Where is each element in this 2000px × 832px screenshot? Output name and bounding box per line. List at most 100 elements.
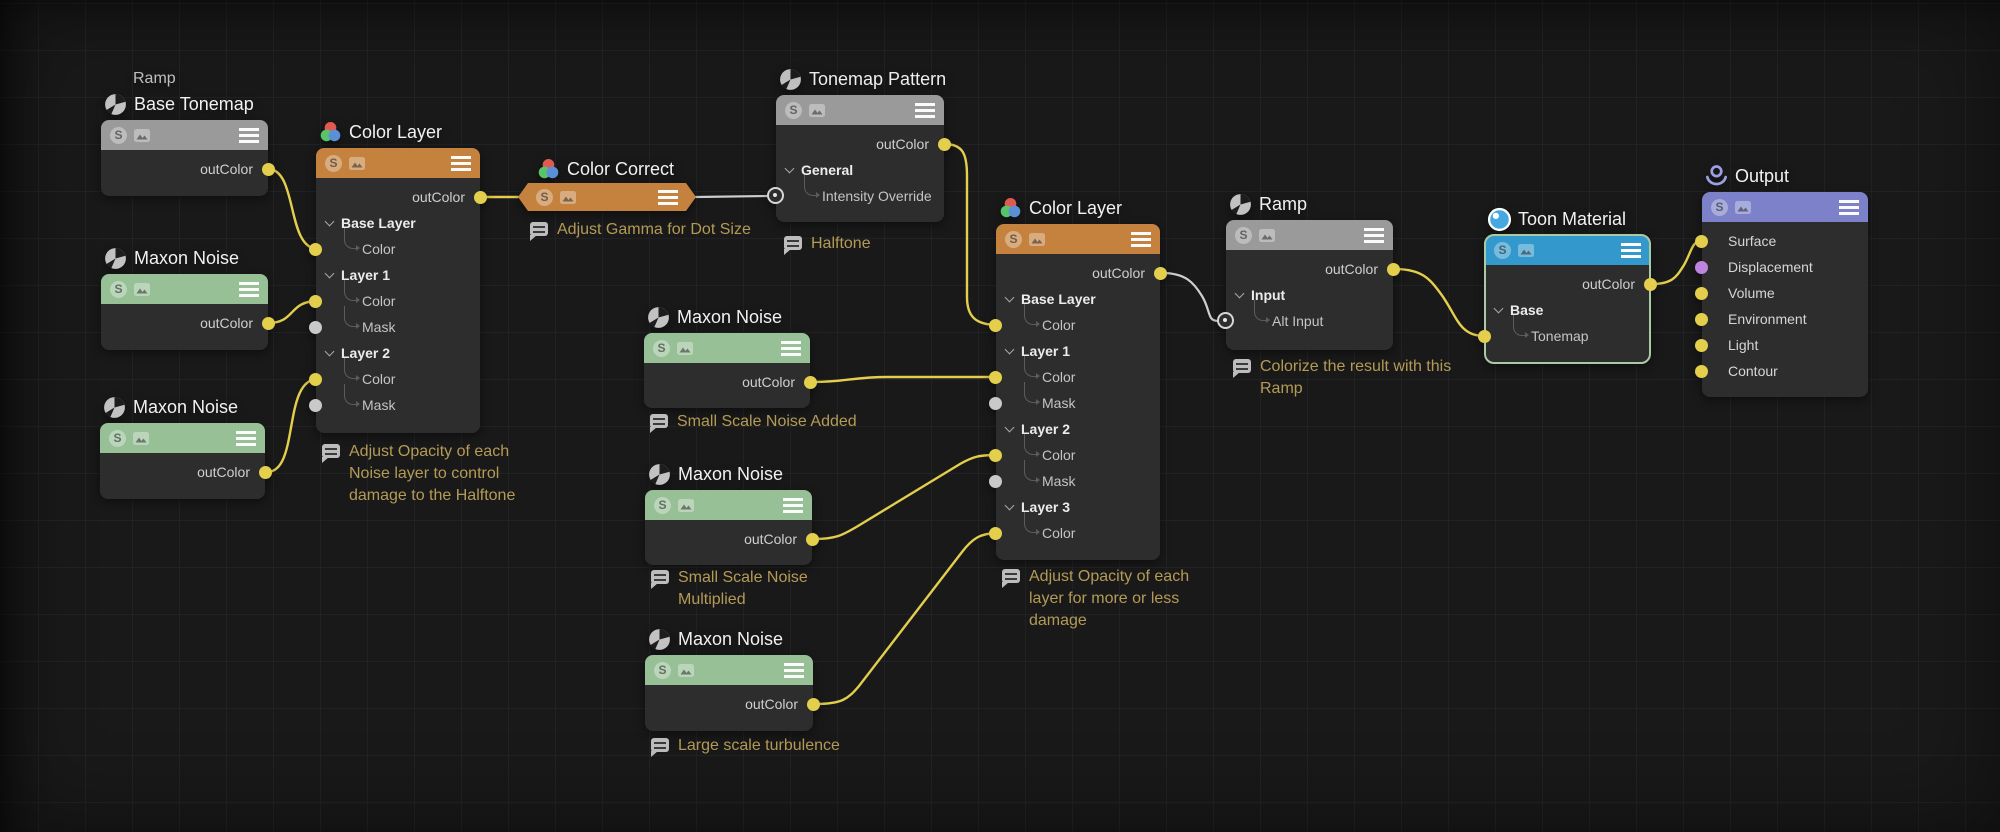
preview-icon[interactable] <box>1259 229 1275 242</box>
solo-icon[interactable]: S <box>654 661 671 679</box>
node-maxon-noise-5[interactable]: Maxon Noise S outColor <box>645 629 820 731</box>
input-port[interactable] <box>1695 312 1708 326</box>
menu-icon[interactable] <box>451 155 471 171</box>
comment[interactable]: Adjust Gamma for Dot Size <box>530 219 751 241</box>
chevron-down-icon[interactable] <box>1234 288 1245 299</box>
node-header[interactable]: S <box>101 120 268 150</box>
node-maxon-noise-4[interactable]: Maxon Noise S outColor <box>645 464 819 565</box>
wire-noise3-to-colorlayer2[interactable] <box>811 375 1000 384</box>
menu-icon[interactable] <box>783 497 803 513</box>
node-header[interactable]: S <box>100 423 265 453</box>
chevron-down-icon[interactable] <box>784 163 795 174</box>
comment[interactable]: Large scale turbulence <box>651 735 840 757</box>
menu-icon[interactable] <box>1839 199 1859 215</box>
comment[interactable]: Adjust Opacity of each Noise layer to co… <box>322 441 515 507</box>
input-port[interactable] <box>989 318 1002 332</box>
node-color-layer-1[interactable]: Color Layer S outColor Base Layer Color … <box>309 148 487 433</box>
preview-icon[interactable] <box>677 342 693 355</box>
menu-icon[interactable] <box>784 662 804 678</box>
solo-icon[interactable]: S <box>1494 241 1511 259</box>
node-header[interactable]: S <box>1702 192 1868 222</box>
node-header[interactable]: S <box>1226 220 1393 250</box>
comment[interactable]: Halftone <box>784 233 871 255</box>
comment[interactable]: Adjust Opacity of each layer for more or… <box>1002 566 1189 632</box>
node-maxon-noise-3[interactable]: Maxon Noise S outColor <box>644 307 817 408</box>
node-output[interactable]: Output S Surface Displacement Volume Env… <box>1695 192 1868 397</box>
group-row[interactable]: Base Layer <box>316 210 480 236</box>
node-header[interactable]: S <box>996 224 1160 254</box>
node-header[interactable]: S <box>316 148 480 178</box>
chevron-down-icon[interactable] <box>1004 292 1015 303</box>
input-port[interactable] <box>309 294 322 308</box>
wire-colorcorrect-to-tonemappattern[interactable] <box>694 194 770 199</box>
node-toon-material[interactable]: Toon Material S outColor Base Tonemap <box>1478 235 1657 364</box>
outcolor-port[interactable] <box>259 465 272 479</box>
input-port[interactable] <box>989 448 1002 462</box>
input-port[interactable] <box>1695 286 1708 300</box>
node-color-layer-2[interactable]: Color Layer S outColor Base Layer Color … <box>989 224 1167 560</box>
node-header[interactable]: S <box>776 95 944 125</box>
node-tonemap-pattern[interactable]: Tonemap Pattern S outColor General Inten… <box>767 69 951 222</box>
comment[interactable]: Small Scale Noise Multiplied <box>651 567 808 611</box>
outcolor-port[interactable] <box>807 697 820 711</box>
menu-icon[interactable] <box>1621 242 1641 258</box>
node-maxon-noise-2[interactable]: Maxon Noise S outColor <box>100 397 272 499</box>
group-row[interactable]: Layer 1 <box>996 338 1160 364</box>
wire-basetonemap-to-colorlayer1[interactable] <box>266 167 320 251</box>
menu-icon[interactable] <box>236 430 256 446</box>
menu-icon[interactable] <box>658 190 678 205</box>
preview-icon[interactable] <box>809 104 825 117</box>
solo-icon[interactable]: S <box>1235 226 1252 244</box>
chevron-down-icon[interactable] <box>324 216 335 227</box>
solo-icon[interactable]: S <box>325 154 342 172</box>
wire-tonemappattern-to-colorlayer2[interactable] <box>942 142 1000 327</box>
outcolor-port[interactable] <box>1154 266 1167 280</box>
outcolor-port[interactable] <box>1644 277 1657 291</box>
group-row[interactable]: Layer 1 <box>316 262 480 288</box>
preview-icon[interactable] <box>134 283 150 296</box>
input-port[interactable] <box>309 320 322 334</box>
outcolor-port[interactable] <box>806 532 819 546</box>
input-port[interactable] <box>989 370 1002 384</box>
menu-icon[interactable] <box>915 102 935 118</box>
wire-noise4-to-colorlayer2[interactable] <box>812 453 1000 541</box>
menu-icon[interactable] <box>1364 227 1384 243</box>
input-port[interactable] <box>309 372 322 386</box>
node-ramp[interactable]: Ramp S outColor Input Alt Input <box>1217 194 1400 350</box>
menu-icon[interactable] <box>239 281 259 297</box>
input-port[interactable] <box>1695 364 1708 378</box>
solo-icon[interactable]: S <box>110 126 127 144</box>
chevron-down-icon[interactable] <box>1004 344 1015 355</box>
outcolor-port[interactable] <box>938 137 951 151</box>
wire-noise5-to-colorlayer2[interactable] <box>813 531 1000 706</box>
preview-icon[interactable] <box>1518 244 1534 257</box>
solo-icon[interactable]: S <box>654 496 671 514</box>
input-port[interactable] <box>989 526 1002 540</box>
group-row[interactable]: Base Layer <box>996 286 1160 312</box>
node-color-correct[interactable]: Color Correct S <box>518 183 696 211</box>
input-port[interactable] <box>309 242 322 256</box>
chevron-down-icon[interactable] <box>1493 303 1504 314</box>
wire-colorlayer2-to-ramp[interactable] <box>1160 271 1220 323</box>
menu-icon[interactable] <box>1131 231 1151 247</box>
chevron-down-icon[interactable] <box>1004 500 1015 511</box>
comment[interactable]: Small Scale Noise Added <box>650 411 857 433</box>
input-port[interactable] <box>1695 338 1708 352</box>
input-port[interactable] <box>1695 234 1708 248</box>
outcolor-port[interactable] <box>262 316 275 330</box>
node-header[interactable]: S <box>1485 235 1650 265</box>
chevron-down-icon[interactable] <box>1004 422 1015 433</box>
outcolor-port[interactable] <box>262 162 275 176</box>
input-port[interactable] <box>1695 260 1708 274</box>
preview-icon[interactable] <box>560 191 576 204</box>
menu-icon[interactable] <box>239 127 259 143</box>
outcolor-port[interactable] <box>1387 262 1400 276</box>
node-graph-canvas[interactable]: Ramp Base Tonemap S outColor Maxon Noise… <box>0 0 2000 832</box>
solo-icon[interactable]: S <box>110 280 127 298</box>
input-port[interactable] <box>1478 329 1491 343</box>
group-row[interactable]: General <box>776 157 944 183</box>
solo-icon[interactable]: S <box>1711 198 1728 216</box>
chevron-down-icon[interactable] <box>324 268 335 279</box>
input-port[interactable] <box>989 474 1002 488</box>
menu-icon[interactable] <box>781 340 801 356</box>
